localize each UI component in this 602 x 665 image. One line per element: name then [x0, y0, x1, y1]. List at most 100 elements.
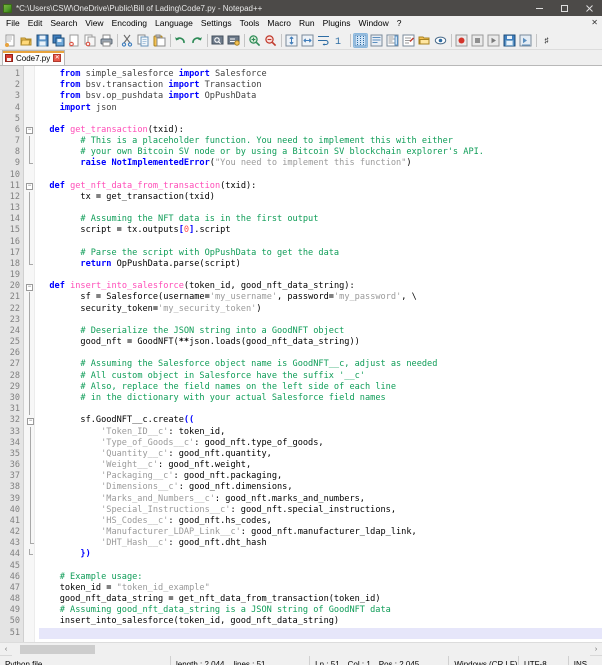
scroll-right-arrow-icon[interactable]: › — [590, 643, 602, 656]
code-line[interactable]: import json — [39, 103, 602, 114]
fold-marker[interactable] — [24, 527, 34, 539]
hscroll-thumb[interactable] — [20, 644, 95, 654]
code-line[interactable]: # This is a placeholder function. You ne… — [39, 136, 602, 147]
fold-marker[interactable] — [24, 538, 34, 549]
fold-marker[interactable] — [24, 493, 34, 505]
fold-marker[interactable] — [24, 471, 34, 483]
fold-marker[interactable] — [24, 448, 34, 461]
fold-marker[interactable] — [24, 404, 34, 416]
record-macro-button[interactable] — [454, 33, 469, 48]
code-folding-margin[interactable]: − − − − — [24, 66, 35, 642]
fold-marker[interactable] — [24, 258, 34, 270]
fold-marker[interactable] — [24, 426, 34, 438]
code-line[interactable] — [39, 203, 602, 214]
code-line[interactable]: 'Dimensions__c': good_nft.dimensions, — [39, 482, 602, 493]
sync-vertical-scroll-button[interactable] — [284, 33, 299, 48]
code-line[interactable] — [39, 315, 602, 326]
show-all-characters-button[interactable]: 1 — [332, 33, 347, 48]
fold-marker[interactable] — [24, 247, 34, 259]
word-wrap-button[interactable] — [316, 33, 331, 48]
fold-marker[interactable] — [24, 191, 34, 204]
code-line[interactable]: sf.GoodNFT__c.create(( — [39, 415, 602, 426]
code-line[interactable] — [39, 237, 602, 248]
code-line[interactable]: # your own Bitcoin SV node or by using a… — [39, 147, 602, 158]
code-line[interactable] — [39, 114, 602, 125]
fold-marker[interactable] — [24, 549, 34, 560]
menu-file[interactable]: File — [2, 16, 24, 30]
fold-collapse-icon[interactable]: − — [27, 417, 34, 425]
code-line[interactable]: raise NotImplementedError("You need to i… — [39, 158, 602, 169]
undo-button[interactable] — [173, 33, 188, 48]
close-all-files-button[interactable] — [83, 33, 98, 48]
indent-guide-button[interactable] — [353, 32, 368, 48]
folder-workspace-button[interactable] — [417, 33, 432, 48]
code-line[interactable]: sf = Salesforce(username='my_username', … — [39, 292, 602, 303]
tab-code7-py[interactable]: Code7.py ✕ — [2, 50, 66, 65]
monitoring-button[interactable] — [433, 33, 448, 48]
menu-language[interactable]: Language — [151, 16, 197, 30]
code-line[interactable]: 'Quantity__c': good_nft.quantity, — [39, 449, 602, 460]
fold-marker[interactable] — [24, 504, 34, 516]
menu-encoding[interactable]: Encoding — [108, 16, 151, 30]
fold-marker[interactable] — [24, 303, 34, 315]
code-line[interactable] — [39, 170, 602, 181]
fold-marker[interactable] — [24, 158, 34, 169]
code-line[interactable] — [39, 348, 602, 359]
code-line[interactable]: # Also, replace the field names on the l… — [39, 382, 602, 393]
code-line[interactable]: insert_into_salesforce(token_id, good_nf… — [39, 616, 602, 627]
fold-marker[interactable] — [24, 515, 34, 528]
code-line[interactable]: # Deserialize the JSON string into a Goo… — [39, 326, 602, 337]
code-line[interactable]: # Assuming the NFT data is in the first … — [39, 214, 602, 225]
replace-button[interactable] — [226, 33, 241, 48]
code-line[interactable]: return OpPushData.parse(script) — [39, 259, 602, 270]
scroll-left-arrow-icon[interactable]: ‹ — [0, 643, 12, 656]
code-line[interactable]: # Parse the script with OpPushData to ge… — [39, 248, 602, 259]
code-line[interactable]: 'Manufacturer_LDAP_Link__c': good_nft.ma… — [39, 527, 602, 538]
menu-tools[interactable]: Tools — [236, 16, 264, 30]
menu-macro[interactable]: Macro — [263, 16, 295, 30]
close-document-icon[interactable]: ✕ — [591, 18, 598, 27]
fold-marker[interactable] — [24, 136, 34, 148]
user-defined-dialog-button[interactable] — [369, 33, 384, 48]
fold-marker[interactable]: − — [24, 181, 34, 192]
fold-marker[interactable] — [24, 381, 34, 393]
zoom-out-button[interactable] — [263, 33, 278, 48]
document-map-button[interactable] — [385, 33, 400, 48]
code-line[interactable]: token_id = "token_id_example" — [39, 583, 602, 594]
fold-marker[interactable] — [24, 147, 34, 159]
stop-macro-button[interactable] — [470, 33, 485, 48]
code-line[interactable]: # in the dictionary with your actual Sal… — [39, 393, 602, 404]
close-file-button[interactable] — [67, 33, 82, 48]
function-list-button[interactable] — [401, 33, 416, 48]
code-line[interactable]: }) — [39, 549, 602, 560]
menu-[interactable]: ? — [393, 16, 406, 30]
print-button[interactable] — [99, 33, 114, 48]
code-line[interactable]: from bsv.transaction import Transaction — [39, 80, 602, 91]
fold-marker[interactable] — [24, 482, 34, 494]
fold-marker[interactable]: − — [24, 415, 34, 426]
hscroll-track[interactable] — [12, 642, 590, 656]
fold-marker[interactable] — [24, 292, 34, 304]
save-button[interactable] — [35, 33, 50, 48]
code-line[interactable]: from simple_salesforce import Salesforce — [39, 69, 602, 80]
menu-edit[interactable]: Edit — [24, 16, 47, 30]
code-line[interactable]: good_nft = GoodNFT(**json.loads(good_nft… — [39, 337, 602, 348]
code-line[interactable]: 'Type_of_Goods__c': good_nft.type_of_goo… — [39, 438, 602, 449]
code-line[interactable]: script = tx.outputs[0].script — [39, 225, 602, 236]
code-line[interactable]: 'Special_Instructions__c': good_nft.spec… — [39, 505, 602, 516]
code-line[interactable] — [39, 404, 602, 415]
minimize-button[interactable] — [527, 0, 552, 16]
new-file-button[interactable] — [3, 33, 18, 48]
fold-marker[interactable] — [24, 325, 34, 338]
fold-collapse-icon[interactable]: − — [26, 283, 33, 291]
fold-marker[interactable] — [24, 203, 34, 215]
fold-marker[interactable] — [24, 337, 34, 349]
cut-button[interactable] — [120, 33, 135, 48]
save-macro-button[interactable] — [502, 33, 517, 48]
menu-window[interactable]: Window — [355, 16, 393, 30]
fold-marker[interactable]: − — [24, 281, 34, 292]
code-line[interactable]: # Assuming the Salesforce object name is… — [39, 359, 602, 370]
code-line[interactable]: 'HS_Codes__c': good_nft.hs_codes, — [39, 516, 602, 527]
fold-marker[interactable] — [24, 314, 34, 326]
horizontal-scrollbar[interactable]: ‹ › — [0, 642, 602, 656]
